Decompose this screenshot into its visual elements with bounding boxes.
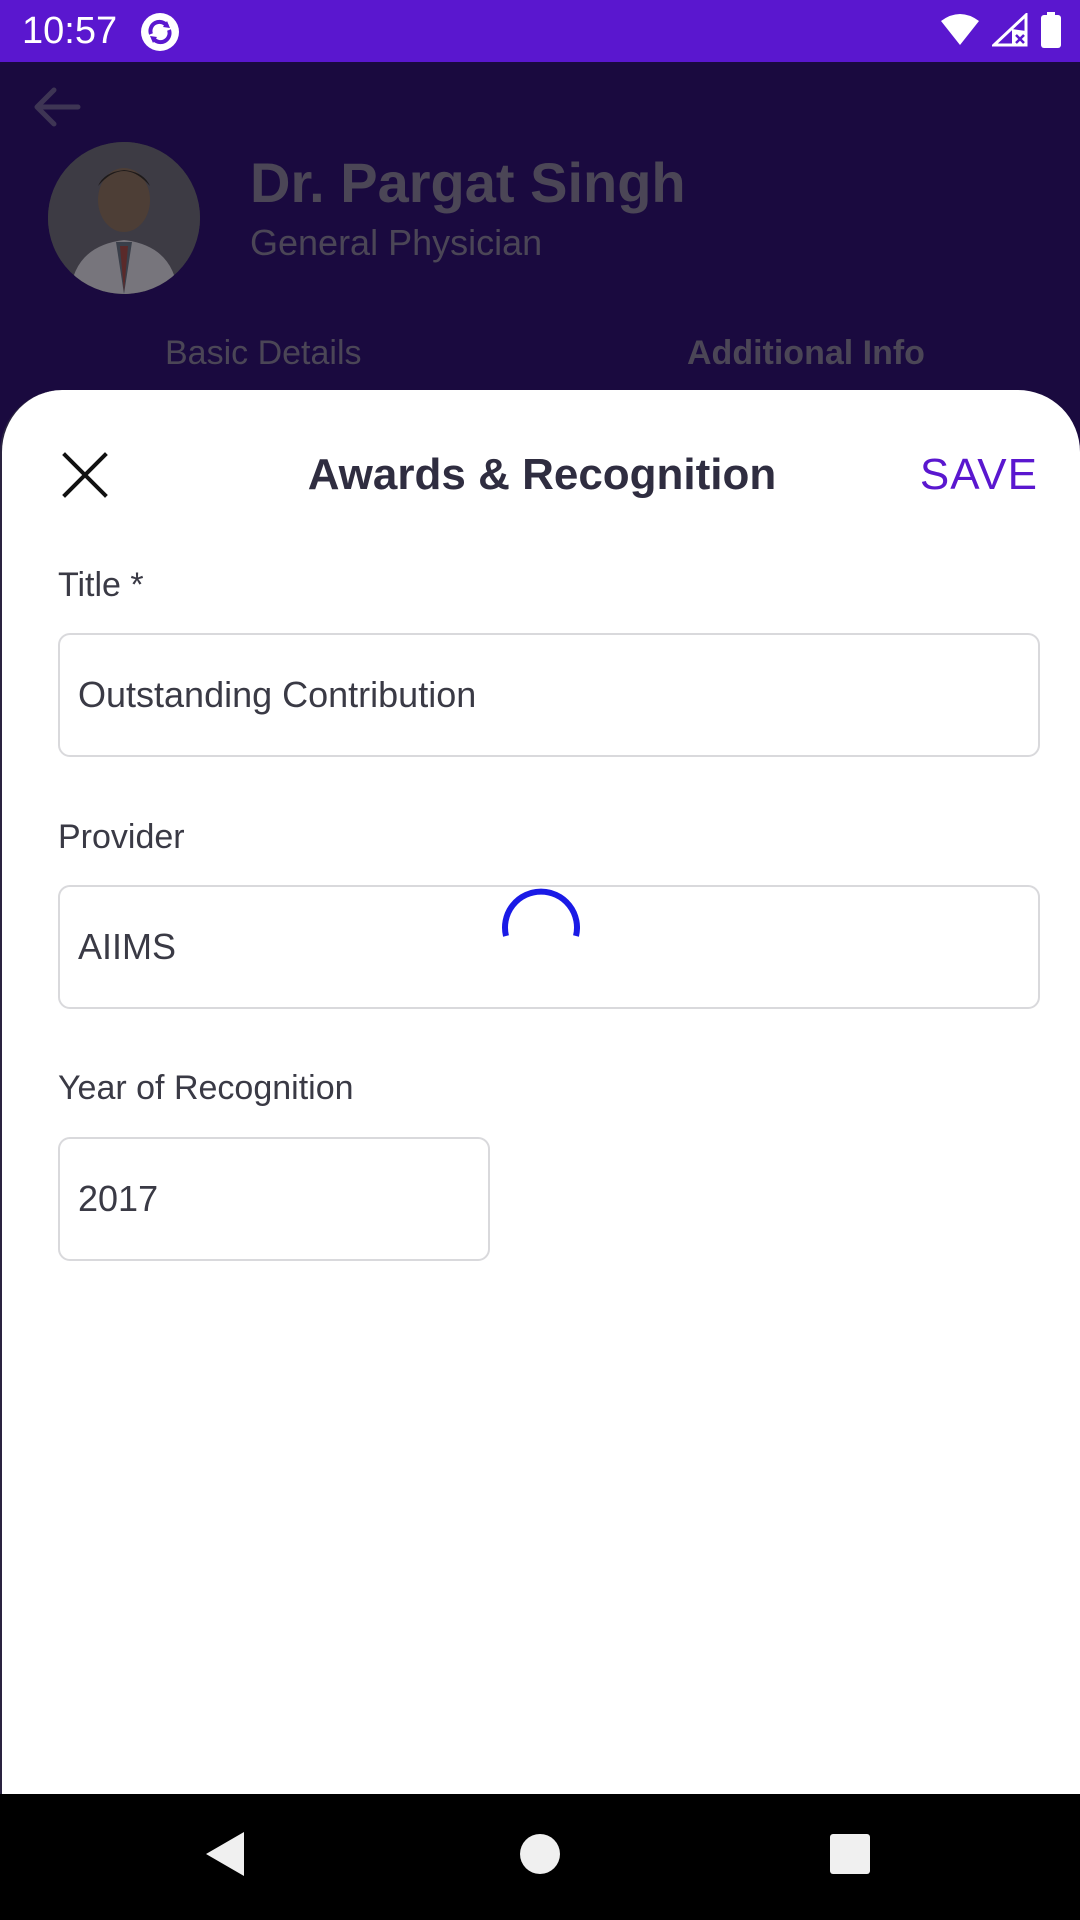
nav-recents-button[interactable] — [820, 1826, 880, 1886]
year-input[interactable] — [58, 1137, 490, 1261]
title-input[interactable] — [58, 633, 1040, 757]
doctor-specialty: General Physician — [250, 222, 543, 263]
nav-home-button[interactable] — [510, 1826, 570, 1886]
awards-bottom-sheet: Awards & Recognition SAVE Title * Provid… — [0, 390, 1080, 1794]
status-icons — [940, 11, 1062, 53]
profile-header: Dr. Pargat Singh General Physician Basic… — [0, 62, 1080, 402]
battery-icon — [1040, 11, 1062, 53]
sync-app-icon — [140, 12, 180, 52]
back-arrow-icon[interactable] — [30, 80, 84, 134]
recents-square-icon — [829, 1833, 871, 1880]
nav-back-button[interactable] — [196, 1826, 256, 1886]
doctor-name: Dr. Pargat Singh — [250, 151, 686, 214]
title-label: Title * — [58, 566, 144, 604]
loading-spinner — [500, 888, 580, 968]
home-circle-icon — [518, 1832, 562, 1881]
status-time: 10:57 — [22, 10, 118, 52]
year-label: Year of Recognition — [58, 1069, 354, 1107]
provider-label: Provider — [58, 818, 185, 856]
screen: 10:57 Dr. Pargat Singh General Physician… — [0, 0, 1080, 1920]
status-bar: 10:57 — [0, 0, 1080, 62]
tab-basic-details[interactable]: Basic Details — [165, 334, 362, 373]
signal-icon — [990, 11, 1028, 52]
tab-additional-info[interactable]: Additional Info — [687, 334, 925, 373]
sheet-title: Awards & Recognition — [307, 450, 777, 499]
back-triangle-icon — [204, 1830, 248, 1883]
wifi-icon — [940, 13, 980, 52]
navigation-bar — [0, 1794, 1080, 1920]
avatar — [48, 142, 200, 294]
save-button[interactable]: SAVE — [920, 450, 1038, 500]
